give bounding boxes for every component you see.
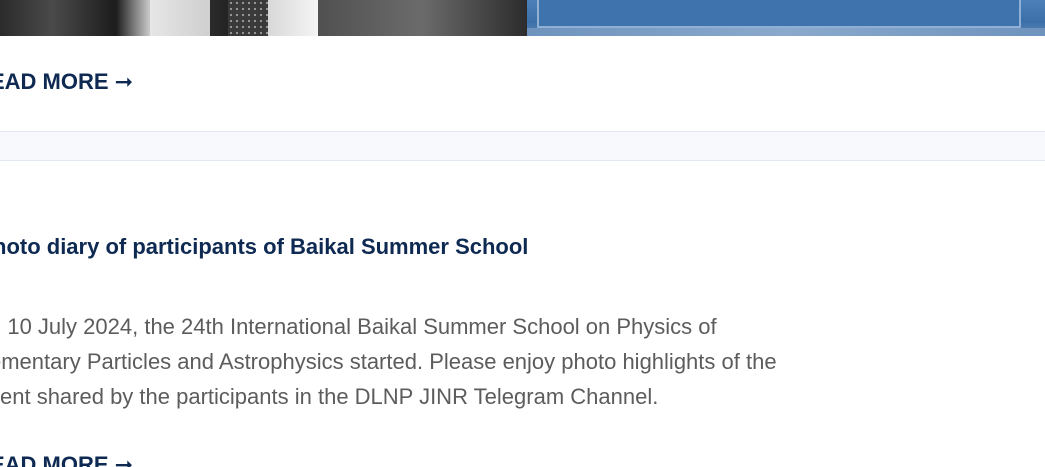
article-summary: n 10 July 2024, the 24th International B… [0,309,1045,414]
news-photo-right[interactable] [527,0,1045,36]
read-more-link-1[interactable]: EAD MORE ➞ [0,69,133,95]
news-page: EAD MORE ➞ hoto diary of participants of… [0,0,1045,467]
photo-ledge-detail [527,28,1045,36]
section-divider [0,131,1045,161]
article-title-link[interactable]: hoto diary of participants of Baikal Sum… [0,234,528,260]
photo-lapel-detail [268,0,318,36]
article-summary-line-1: n 10 July 2024, the 24th International B… [0,314,717,339]
photo-window-frame [537,0,1021,28]
photo-tie-detail [228,0,268,36]
article-summary-line-2: ementary Particles and Astrophysics star… [0,349,777,374]
news-photo-left[interactable] [0,0,527,36]
news-images-strip [0,0,1045,36]
article-summary-line-3: vent shared by the participants in the D… [0,384,659,409]
read-more-link-2[interactable]: EAD MORE ➞ [0,452,133,467]
photo-shirt-detail [150,0,210,36]
